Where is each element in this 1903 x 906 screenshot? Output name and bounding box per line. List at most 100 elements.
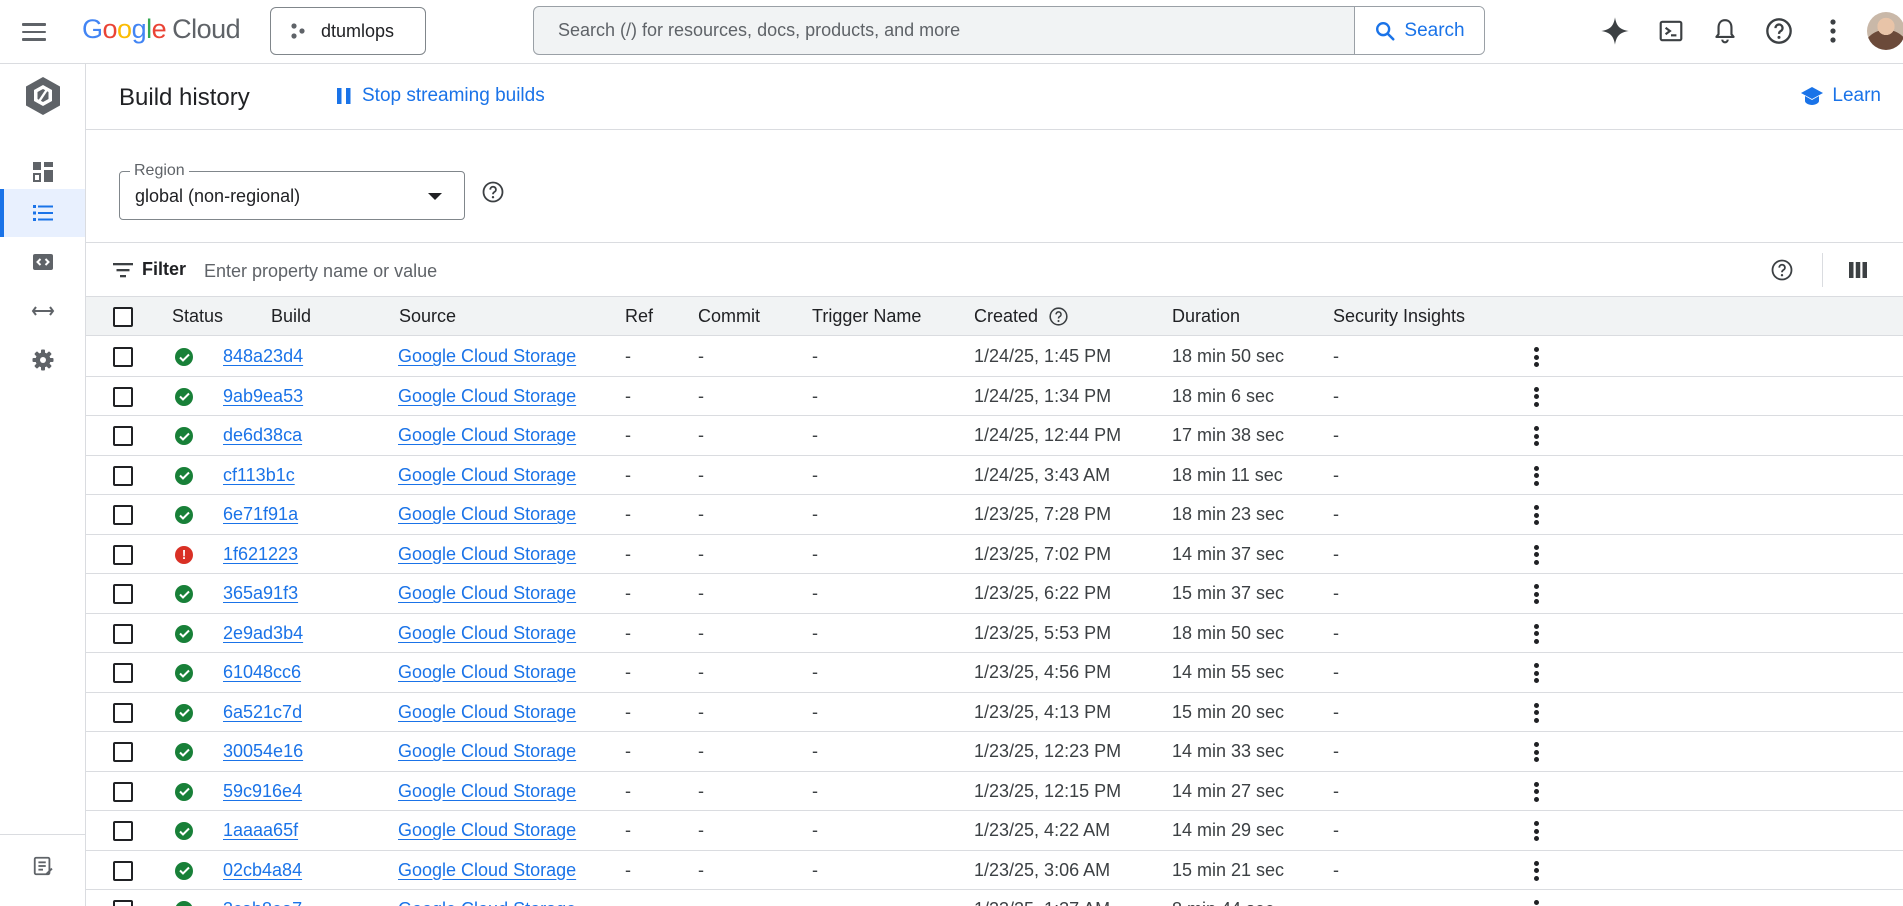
row-checkbox[interactable] [113, 465, 133, 486]
build-id-link[interactable]: de6d38ca [223, 425, 302, 446]
build-id-link[interactable]: cf113b1c [223, 465, 295, 486]
column-header-status[interactable]: Status [172, 306, 223, 327]
row-checkbox[interactable] [113, 584, 133, 604]
row-actions-more-icon[interactable] [1526, 860, 1546, 882]
source-link[interactable]: Google Cloud Storage [398, 820, 576, 841]
source-link[interactable]: Google Cloud Storage [398, 386, 576, 407]
column-header-duration[interactable]: Duration [1172, 306, 1240, 327]
column-header-trigger-name[interactable]: Trigger Name [812, 306, 921, 327]
row-checkbox[interactable] [113, 860, 133, 881]
created-help-icon[interactable] [1048, 306, 1069, 327]
table-row[interactable]: ! 1f621223 Google Cloud Storage - - - 1/23/25,… [86, 535, 1903, 574]
row-actions-more-icon[interactable] [1526, 425, 1546, 447]
column-header-commit[interactable]: Commit [698, 306, 760, 327]
google-cloud-logo[interactable]: Google Cloud [82, 14, 241, 45]
learn-button[interactable]: Learn [1800, 85, 1881, 107]
row-actions-more-icon[interactable] [1526, 781, 1546, 803]
row-actions-more-icon[interactable] [1526, 346, 1546, 368]
row-actions-more-icon[interactable] [1526, 662, 1546, 684]
filter-help-icon[interactable] [1770, 258, 1794, 287]
row-checkbox[interactable] [113, 742, 133, 762]
source-link[interactable]: Google Cloud Storage [398, 425, 576, 446]
build-id-link[interactable]: 3cab8ea7 [223, 899, 302, 906]
source-link[interactable]: Google Cloud Storage [398, 465, 576, 486]
column-header-security-insights[interactable]: Security Insights [1333, 306, 1465, 327]
row-checkbox[interactable] [113, 386, 133, 407]
select-all-checkbox[interactable] [113, 307, 133, 327]
source-link[interactable]: Google Cloud Storage [398, 662, 576, 683]
gemini-sparkle-icon[interactable] [1598, 14, 1632, 48]
build-id-link[interactable]: 30054e16 [223, 741, 303, 762]
source-link[interactable]: Google Cloud Storage [398, 899, 576, 906]
source-link[interactable]: Google Cloud Storage [398, 346, 576, 367]
table-row[interactable]: 02cb4a84 Google Cloud Storage - - - 1/23/25, … [86, 851, 1903, 890]
search-button[interactable]: Search [1354, 7, 1484, 54]
help-icon[interactable] [1762, 14, 1796, 48]
table-row[interactable]: 1aaaa65f Google Cloud Storage - - - 1/23/25, … [86, 811, 1903, 851]
build-id-link[interactable]: 848a23d4 [223, 346, 303, 367]
table-row[interactable]: cf113b1c Google Cloud Storage - - - 1/24/25, … [86, 456, 1903, 495]
row-checkbox[interactable] [113, 426, 133, 446]
source-link[interactable]: Google Cloud Storage [398, 544, 576, 565]
row-actions-more-icon[interactable] [1526, 465, 1546, 487]
more-vert-icon[interactable] [1820, 14, 1846, 48]
row-checkbox[interactable] [113, 505, 133, 525]
row-checkbox[interactable] [113, 821, 133, 841]
column-header-build[interactable]: Build [271, 306, 311, 327]
stop-streaming-button[interactable]: Stop streaming builds [336, 85, 545, 107]
build-id-link[interactable]: 59c916e4 [223, 781, 302, 802]
build-id-link[interactable]: 2e9ad3b4 [223, 623, 303, 644]
build-id-link[interactable]: 02cb4a84 [223, 860, 302, 881]
row-checkbox[interactable] [113, 781, 133, 802]
source-link[interactable]: Google Cloud Storage [398, 623, 576, 644]
column-header-source[interactable]: Source [399, 306, 456, 327]
source-link[interactable]: Google Cloud Storage [398, 860, 576, 881]
account-avatar[interactable] [1867, 12, 1903, 50]
build-id-link[interactable]: 9ab9ea53 [223, 386, 303, 407]
build-id-link[interactable]: 365a91f3 [223, 583, 298, 604]
source-link[interactable]: Google Cloud Storage [398, 702, 576, 723]
row-checkbox[interactable] [113, 623, 133, 644]
row-actions-more-icon[interactable] [1526, 741, 1546, 763]
row-checkbox[interactable] [113, 702, 133, 723]
column-header-ref[interactable]: Ref [625, 306, 653, 327]
build-id-link[interactable]: 6a521c7d [223, 702, 302, 723]
table-row[interactable]: 6a521c7d Google Cloud Storage - - - 1/23/25, … [86, 693, 1903, 732]
row-actions-more-icon[interactable] [1526, 544, 1546, 566]
build-id-link[interactable]: 1aaaa65f [223, 820, 298, 841]
notifications-icon[interactable] [1708, 14, 1742, 48]
row-actions-more-icon[interactable] [1526, 702, 1546, 724]
table-row[interactable]: de6d38ca Google Cloud Storage - - - 1/24/25, … [86, 416, 1903, 456]
row-actions-more-icon[interactable] [1526, 504, 1546, 526]
column-display-icon[interactable] [1848, 260, 1868, 285]
build-id-link[interactable]: 1f621223 [223, 544, 298, 565]
filter-input[interactable] [204, 257, 1504, 285]
build-id-link[interactable]: 61048cc6 [223, 662, 301, 683]
table-row[interactable]: 365a91f3 Google Cloud Storage - - - 1/23/25, … [86, 574, 1903, 614]
table-row[interactable]: 9ab9ea53 Google Cloud Storage - - - 1/24/25, … [86, 377, 1903, 416]
source-link[interactable]: Google Cloud Storage [398, 741, 576, 762]
row-actions-more-icon[interactable] [1526, 386, 1546, 408]
row-actions-more-icon[interactable] [1526, 820, 1546, 842]
source-link[interactable]: Google Cloud Storage [398, 781, 576, 802]
row-actions-more-icon[interactable] [1526, 623, 1546, 645]
cloud-shell-icon[interactable] [1654, 14, 1688, 48]
rail-item-triggers[interactable] [0, 238, 85, 286]
filter-button[interactable]: Filter [112, 259, 186, 280]
row-checkbox[interactable] [113, 900, 133, 906]
table-row[interactable]: 848a23d4 Google Cloud Storage - - - 1/24/25, … [86, 337, 1903, 377]
row-checkbox[interactable] [113, 347, 133, 367]
region-help-icon[interactable] [481, 180, 505, 209]
rail-item-release-notes[interactable] [0, 842, 85, 890]
row-actions-more-icon[interactable] [1526, 583, 1546, 605]
column-header-created[interactable]: Created [974, 306, 1069, 327]
table-row[interactable]: 6e71f91a Google Cloud Storage - - - 1/23/25, … [86, 495, 1903, 535]
row-checkbox[interactable] [113, 544, 133, 565]
source-link[interactable]: Google Cloud Storage [398, 583, 576, 604]
build-id-link[interactable]: 6e71f91a [223, 504, 298, 525]
row-checkbox[interactable] [113, 663, 133, 683]
table-row[interactable]: 30054e16 Google Cloud Storage - - - 1/23/25, … [86, 732, 1903, 772]
main-menu-icon[interactable] [22, 18, 50, 46]
table-row[interactable]: 59c916e4 Google Cloud Storage - - - 1/23/25, … [86, 772, 1903, 811]
region-select[interactable]: Region global (non-regional) [119, 162, 465, 220]
